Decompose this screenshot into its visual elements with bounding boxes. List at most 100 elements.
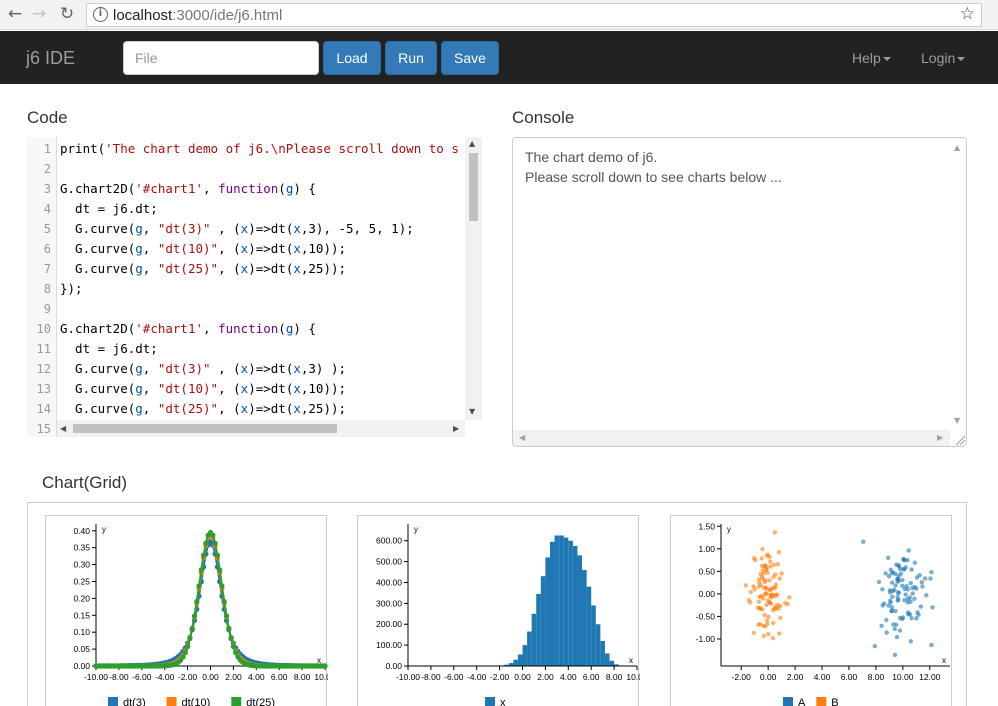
code-line[interactable]: dt = j6.dt; (60, 201, 158, 216)
x-tick-label: -2.00 (490, 672, 510, 682)
data-point (194, 598, 200, 605)
code-line[interactable]: G.curve(g, "dt(3)" , (x)=>dt(x,3), -5, 5… (60, 221, 414, 236)
scatter-point-A (908, 639, 913, 644)
data-point (196, 583, 202, 589)
y-tick-label: -1.00 (696, 634, 716, 644)
scatter-point-B (765, 552, 771, 558)
code-heading: Code (27, 108, 68, 127)
code-line[interactable]: }); (60, 281, 83, 296)
bookmark-star-icon[interactable]: ☆ (960, 4, 975, 24)
y-axis-label: y (102, 525, 106, 534)
y-tick-label: -0.50 (696, 611, 716, 621)
info-icon[interactable]: i (93, 7, 108, 22)
histogram-bar (540, 576, 546, 666)
horizontal-scrollbar[interactable]: ◀ ▶ (57, 420, 465, 437)
x-tick-label: -2.00 (178, 672, 198, 682)
vertical-scroll-thumb[interactable] (469, 153, 478, 221)
scatter-point-A (884, 617, 889, 623)
vertical-scrollbar[interactable]: ▲ ▼ (465, 137, 482, 420)
scatter-point-B (776, 550, 782, 555)
help-menu[interactable]: Help (852, 50, 891, 66)
code-line[interactable]: G.curve(g, "dt(25)", (x)=>dt(x,25)); (60, 261, 346, 276)
scatter-point-A (902, 586, 907, 592)
series-line-dt(3) (96, 540, 325, 667)
scatter-point-B (759, 556, 764, 561)
scatter-point-A (909, 567, 914, 572)
line-number: 7 (43, 262, 51, 276)
y-tick-label: 0.40 (73, 526, 90, 536)
forward-arrow-icon[interactable]: → (28, 3, 50, 25)
brand-title[interactable]: j6 IDE (26, 48, 75, 69)
y-axis-label: y (414, 525, 418, 534)
x-tick-label: -8.00 (109, 672, 129, 682)
console-horizontal-scrollbar[interactable]: ◀ ▶ (513, 430, 950, 446)
code-line[interactable]: G.chart2D('#chart1', function(g) { (60, 181, 316, 196)
scatter-point-A (906, 548, 911, 553)
y-tick-label: 0.50 (698, 566, 715, 576)
scatter-chart: 1.50 1.00 0.50 0.00 -0.50 -1.00 -2.00 0.00 2.00 4… (696, 521, 950, 706)
address-bar[interactable]: i localhost:3000/ide/j6.html ☆ (86, 3, 982, 27)
x-tick-label: 10.00 (314, 672, 328, 682)
legend-label: A (798, 697, 806, 706)
x-tick-label: 2.00 (225, 672, 242, 682)
scatter-point-A (896, 578, 901, 583)
code-line[interactable]: G.curve(g, "dt(3)" , (x)=>dt(x,3) ); (60, 361, 346, 376)
code-line[interactable]: G.curve(g, "dt(25)", (x)=>dt(x,25)); (60, 401, 346, 416)
console-output[interactable]: The chart demo of j6. Please scroll down… (512, 137, 967, 447)
horizontal-scroll-thumb[interactable] (73, 424, 337, 433)
scatter-point-A (861, 539, 866, 544)
save-button[interactable]: Save (441, 41, 499, 75)
scroll-down-arrow-icon[interactable]: ▼ (954, 416, 960, 425)
y-tick-label: 600.00 (376, 536, 402, 546)
scatter-point-A (897, 628, 903, 633)
histogram-bar (522, 645, 528, 666)
code-editor[interactable]: 1 2 3 4 5 6 7 8 9 10 11 12 13 14 15 print('The chart d… (27, 137, 482, 437)
scroll-right-arrow-icon[interactable]: ▶ (937, 433, 943, 442)
code-line[interactable]: G.chart2D('#chart1', function(g) { (60, 321, 316, 336)
series-line-dt(10) (96, 533, 325, 667)
code-line[interactable]: G.curve(g, "dt(10)", (x)=>dt(x,10)); (60, 241, 346, 256)
scatter-point-A (909, 616, 914, 621)
resize-grip-icon[interactable] (954, 434, 966, 446)
legend-swatch (816, 697, 827, 706)
scatter-point-B (763, 585, 768, 591)
histogram-bar (577, 555, 583, 666)
scatter-point-A (905, 600, 910, 605)
histogram-bar (572, 545, 578, 666)
data-point (189, 625, 195, 631)
line-number: 12 (36, 362, 51, 376)
scroll-up-arrow-icon[interactable]: ▲ (954, 143, 960, 152)
line-number: 6 (43, 242, 51, 256)
scatter-point-A (893, 583, 898, 588)
login-menu[interactable]: Login (921, 50, 966, 66)
scroll-down-arrow-icon[interactable]: ▼ (469, 407, 475, 416)
scroll-right-arrow-icon[interactable]: ▶ (453, 424, 459, 433)
scroll-up-arrow-icon[interactable]: ▲ (469, 139, 475, 148)
back-arrow-icon[interactable]: ← (4, 3, 26, 25)
histogram-bar (559, 535, 564, 666)
line-number: 3 (43, 182, 51, 196)
url-path: :3000/ide/j6.html (172, 7, 283, 24)
code-line[interactable]: G.curve(g, "dt(10)", (x)=>dt(x,10)); (60, 381, 346, 396)
scatter-point-B (748, 589, 753, 595)
legend-swatch (108, 697, 118, 706)
scatter-point-B (761, 633, 766, 639)
reload-icon[interactable]: ↻ (56, 3, 78, 25)
code-line[interactable]: print('The chart demo of j6.\nPlease scr… (60, 141, 459, 156)
scatter-point-B (761, 576, 766, 581)
y-tick-label: 0.15 (73, 610, 90, 620)
histogram-bar (591, 605, 596, 666)
scroll-left-arrow-icon[interactable]: ◀ (60, 424, 66, 433)
scatter-point-A (919, 580, 924, 585)
scatter-point-B (743, 583, 748, 588)
code-line[interactable]: dt = j6.dt; (60, 341, 158, 356)
line-number: 8 (43, 282, 51, 296)
run-button[interactable]: Run (385, 41, 437, 75)
histogram-bar (531, 613, 537, 666)
file-input[interactable] (123, 41, 319, 75)
load-button[interactable]: Load (323, 41, 381, 75)
url-text[interactable]: localhost:3000/ide/j6.html (113, 7, 282, 24)
histogram-bar (517, 654, 523, 666)
scatter-point-B (758, 622, 763, 627)
scroll-left-arrow-icon[interactable]: ◀ (519, 433, 525, 442)
